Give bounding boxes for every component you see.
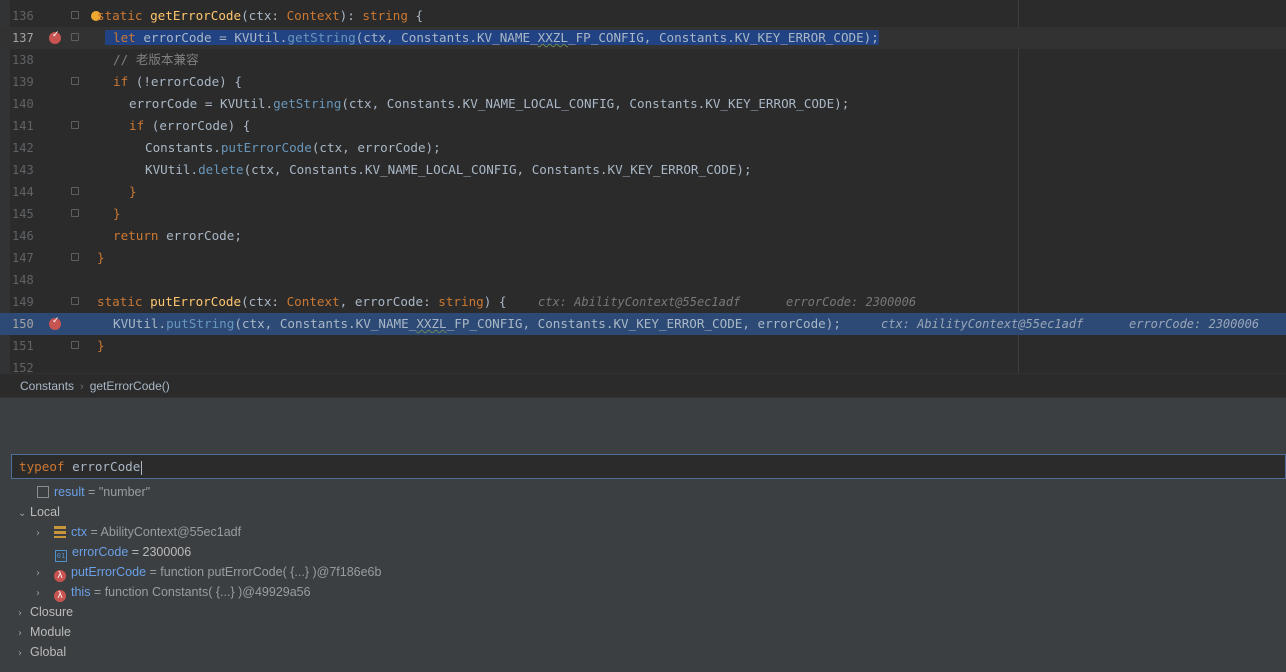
- fold-marker-icon[interactable]: [71, 341, 79, 349]
- line-number: 136: [12, 9, 34, 23]
- line-number: 150: [12, 317, 34, 331]
- breakpoint-icon[interactable]: [49, 30, 61, 44]
- fold-marker-icon[interactable]: [71, 121, 79, 129]
- code-text: // 老版本兼容: [113, 52, 199, 67]
- fold-marker-icon[interactable]: [71, 253, 79, 261]
- scope-local[interactable]: ⌄ Local: [18, 502, 60, 522]
- chevron-right-icon[interactable]: ›: [18, 624, 30, 644]
- code-line[interactable]: 149 static putErrorCode(ctx: Context, er…: [0, 291, 1286, 313]
- code-text: return errorCode;: [113, 228, 242, 243]
- code-line[interactable]: 142 Constants.putErrorCode(ctx, errorCod…: [0, 137, 1286, 159]
- line-number: 140: [12, 97, 34, 111]
- variable-result[interactable]: result = "number": [37, 482, 150, 502]
- scope-global[interactable]: › Global: [18, 642, 66, 662]
- code-text: static putErrorCode(ctx: Context, errorC…: [97, 294, 507, 309]
- breadcrumb: Constants › getErrorCode(): [0, 373, 1286, 398]
- code-text: static getErrorCode(ctx: Context): strin…: [97, 8, 424, 23]
- breadcrumb-item-geterrorcode[interactable]: getErrorCode(): [90, 374, 170, 398]
- breadcrumb-item-constants[interactable]: Constants: [20, 374, 74, 398]
- chevron-right-icon[interactable]: ›: [36, 564, 48, 584]
- chevron-right-icon: ›: [80, 381, 84, 393]
- code-line[interactable]: 138 // 老版本兼容: [0, 49, 1286, 71]
- inline-debug-value: errorCode: 2300006: [786, 295, 917, 309]
- scope-closure[interactable]: › Closure: [18, 602, 73, 622]
- code-line[interactable]: 147 }: [0, 247, 1286, 269]
- lambda-icon: λ: [54, 570, 66, 582]
- fold-marker-icon[interactable]: [71, 187, 79, 195]
- chevron-right-icon[interactable]: ›: [18, 604, 30, 624]
- line-number: 138: [12, 53, 34, 67]
- code-line[interactable]: 146 return errorCode;: [0, 225, 1286, 247]
- object-field-icon: [54, 526, 66, 538]
- code-line[interactable]: 139 if (!errorCode) {: [0, 71, 1286, 93]
- line-number: 144: [12, 185, 34, 199]
- fold-marker-icon[interactable]: [71, 77, 79, 85]
- code-text: errorCode = KVUtil.getString(ctx, Consta…: [129, 96, 850, 111]
- line-number: 148: [12, 273, 34, 287]
- code-text: KVUtil.putString(ctx, Constants.KV_NAME_…: [113, 316, 841, 331]
- code-text: Constants.putErrorCode(ctx, errorCode);: [145, 140, 441, 155]
- code-line[interactable]: 140 errorCode = KVUtil.getString(ctx, Co…: [0, 93, 1286, 115]
- code-line[interactable]: 152: [0, 357, 1286, 373]
- code-line[interactable]: 144 }: [0, 181, 1286, 203]
- line-number: 152: [12, 361, 34, 373]
- line-number: 145: [12, 207, 34, 221]
- line-number: 143: [12, 163, 34, 177]
- code-line[interactable]: 145 }: [0, 203, 1286, 225]
- line-number: 142: [12, 141, 34, 155]
- calculator-icon: [37, 486, 49, 498]
- fold-marker-icon[interactable]: [71, 11, 79, 19]
- scope-module[interactable]: › Module: [18, 622, 71, 642]
- line-number: 141: [12, 119, 34, 133]
- code-line[interactable]: 136 static getErrorCode(ctx: Context): s…: [0, 5, 1286, 27]
- code-text: }: [97, 338, 105, 353]
- code-editor[interactable]: 136 static getErrorCode(ctx: Context): s…: [0, 0, 1286, 373]
- inline-debug-value: ctx: AbilityContext@55ec1adf: [881, 317, 1084, 331]
- lambda-icon: λ: [54, 590, 66, 602]
- code-text: let errorCode = KVUtil.getString(ctx, Co…: [105, 27, 879, 49]
- chevron-right-icon[interactable]: ›: [18, 644, 30, 664]
- chevron-down-icon[interactable]: ⌄: [18, 504, 30, 524]
- line-number: 151: [12, 339, 34, 353]
- breakpoint-icon[interactable]: [49, 316, 61, 330]
- inline-debug-value: ctx: AbilityContext@55ec1adf: [538, 295, 741, 309]
- code-line[interactable]: 151 }: [0, 335, 1286, 357]
- fold-marker-icon[interactable]: [71, 33, 79, 41]
- code-text: if (errorCode) {: [129, 118, 251, 133]
- variable-ctx[interactable]: › ctx = AbilityContext@55ec1adf: [36, 522, 241, 542]
- code-line[interactable]: 148: [0, 269, 1286, 291]
- line-number: 139: [12, 75, 34, 89]
- code-text: KVUtil.delete(ctx, Constants.KV_NAME_LOC…: [145, 162, 752, 177]
- text-cursor: [141, 460, 143, 475]
- code-line-breakpoint[interactable]: 137 let errorCode = KVUtil.getString(ctx…: [0, 27, 1286, 49]
- debug-toolbar: [0, 397, 1286, 425]
- variable-errorcode[interactable]: 01 errorCode = 2300006: [55, 542, 191, 562]
- fold-marker-icon[interactable]: [71, 297, 79, 305]
- line-number: 149: [12, 295, 34, 309]
- code-text: if (!errorCode) {: [113, 74, 242, 89]
- variable-this[interactable]: › λ this = function Constants( {...} )@499…: [36, 582, 311, 602]
- code-text: }: [97, 250, 105, 265]
- inline-debug-value: errorCode: 2300006: [1129, 317, 1260, 331]
- variable-puterrorcode[interactable]: › λ putErrorCode = function putErrorCode( …: [36, 562, 381, 582]
- chevron-right-icon[interactable]: ›: [36, 584, 48, 604]
- code-line[interactable]: 141 if (errorCode) {: [0, 115, 1286, 137]
- line-number: 147: [12, 251, 34, 265]
- number-field-icon: 01: [55, 550, 67, 562]
- line-number: 146: [12, 229, 34, 243]
- code-text: }: [113, 206, 121, 221]
- evaluate-expression-input[interactable]: typeof errorCode: [11, 454, 1286, 479]
- fold-marker-icon[interactable]: [71, 209, 79, 217]
- code-text: }: [129, 184, 137, 199]
- code-line-execution-point[interactable]: 150 KVUtil.putString(ctx, Constants.KV_N…: [0, 313, 1286, 335]
- line-number: 137: [12, 31, 34, 45]
- chevron-right-icon[interactable]: ›: [36, 524, 48, 544]
- code-line[interactable]: 143 KVUtil.delete(ctx, Constants.KV_NAME…: [0, 159, 1286, 181]
